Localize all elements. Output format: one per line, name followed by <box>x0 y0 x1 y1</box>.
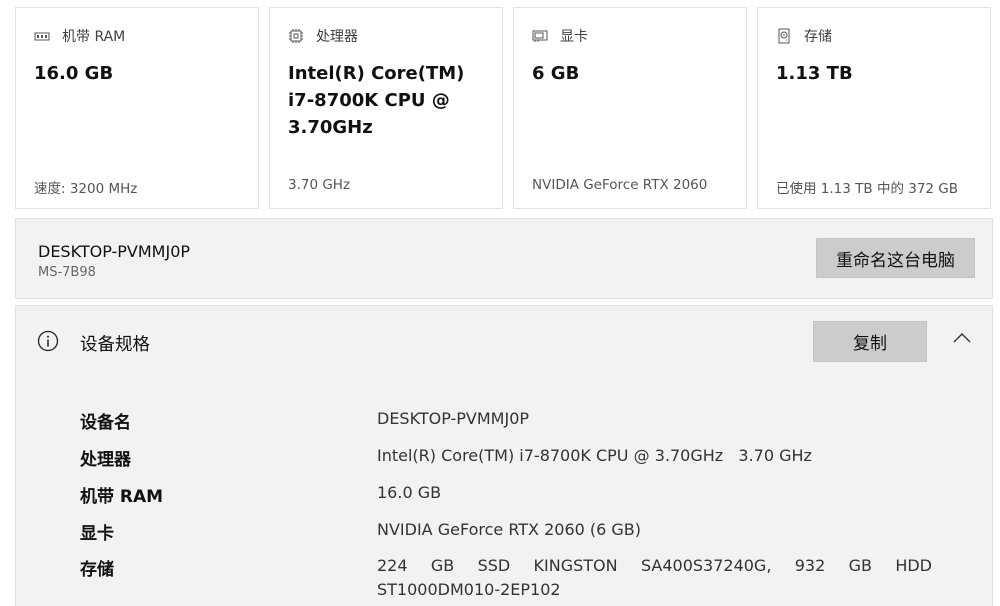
chevron-up-icon[interactable] <box>952 331 972 345</box>
ram-card-value: 16.0 GB <box>34 63 114 84</box>
storage-card: 存储 1.13 TB 已使用 1.13 TB 中的 372 GB <box>757 7 991 209</box>
spec-label: 设备名 <box>80 413 131 433</box>
spec-label: 存储 <box>80 560 114 580</box>
ram-card-title: 机带 RAM <box>62 29 126 45</box>
graphics-card: 显卡 6 GB NVIDIA GeForce RTX 2060 <box>513 7 747 209</box>
storage-card-value: 1.13 TB <box>776 63 853 84</box>
spec-value: 224 GB SSD KINGSTON SA400S37240G, 932 GB… <box>377 556 932 599</box>
device-model: MS-7B98 <box>38 265 96 280</box>
storage-card-title: 存储 <box>804 29 832 45</box>
rename-pc-button[interactable]: 重命名这台电脑 <box>816 238 975 278</box>
graphics-card-title: 显卡 <box>560 29 588 45</box>
storage-card-usage: 已使用 1.13 TB 中的 372 GB <box>776 181 959 197</box>
graphics-card-value: 6 GB <box>532 63 580 84</box>
processor-card-speed: 3.70 GHz <box>288 177 351 193</box>
graphics-card-header: 显卡 <box>532 26 588 46</box>
device-name: DESKTOP-PVMMJ0P <box>38 242 191 261</box>
spec-label: 机带 RAM <box>80 487 164 507</box>
spec-label: 显卡 <box>80 524 114 544</box>
graphics-card-model: NVIDIA GeForce RTX 2060 <box>532 177 708 193</box>
spec-value: 16.0 GB <box>377 483 442 502</box>
device-specs-header[interactable]: 设备规格 复制 <box>15 305 993 376</box>
processor-icon <box>288 28 304 44</box>
device-specs-body: 设备名 DESKTOP-PVMMJ0P 处理器 Intel(R) Core(TM… <box>15 375 993 606</box>
processor-card: 处理器 Intel(R) Core(TM) i7-8700K CPU @ 3.7… <box>269 7 503 209</box>
copy-button[interactable]: 复制 <box>813 321 927 362</box>
processor-card-header: 处理器 <box>288 26 358 46</box>
graphics-card-icon <box>532 28 548 44</box>
ram-card: 机带 RAM 16.0 GB 速度: 3200 MHz <box>15 7 259 209</box>
ram-icon <box>34 28 50 44</box>
spec-value: DESKTOP-PVMMJ0P <box>377 409 530 428</box>
storage-card-header: 存储 <box>776 26 832 46</box>
device-name-panel: DESKTOP-PVMMJ0P MS-7B98 重命名这台电脑 <box>15 218 993 299</box>
ram-card-speed: 速度: 3200 MHz <box>34 181 138 197</box>
processor-card-title: 处理器 <box>316 29 358 45</box>
spec-value: Intel(R) Core(TM) i7-8700K CPU @ 3.70GHz… <box>377 446 812 465</box>
device-specs-title: 设备规格 <box>80 335 150 355</box>
ram-card-header: 机带 RAM <box>34 26 125 46</box>
processor-card-value: Intel(R) Core(TM) i7-8700K CPU @ 3.70GHz <box>288 63 465 138</box>
storage-icon <box>776 28 792 44</box>
spec-value: NVIDIA GeForce RTX 2060 (6 GB) <box>377 520 642 539</box>
info-icon <box>37 330 59 352</box>
spec-label: 处理器 <box>80 450 131 470</box>
